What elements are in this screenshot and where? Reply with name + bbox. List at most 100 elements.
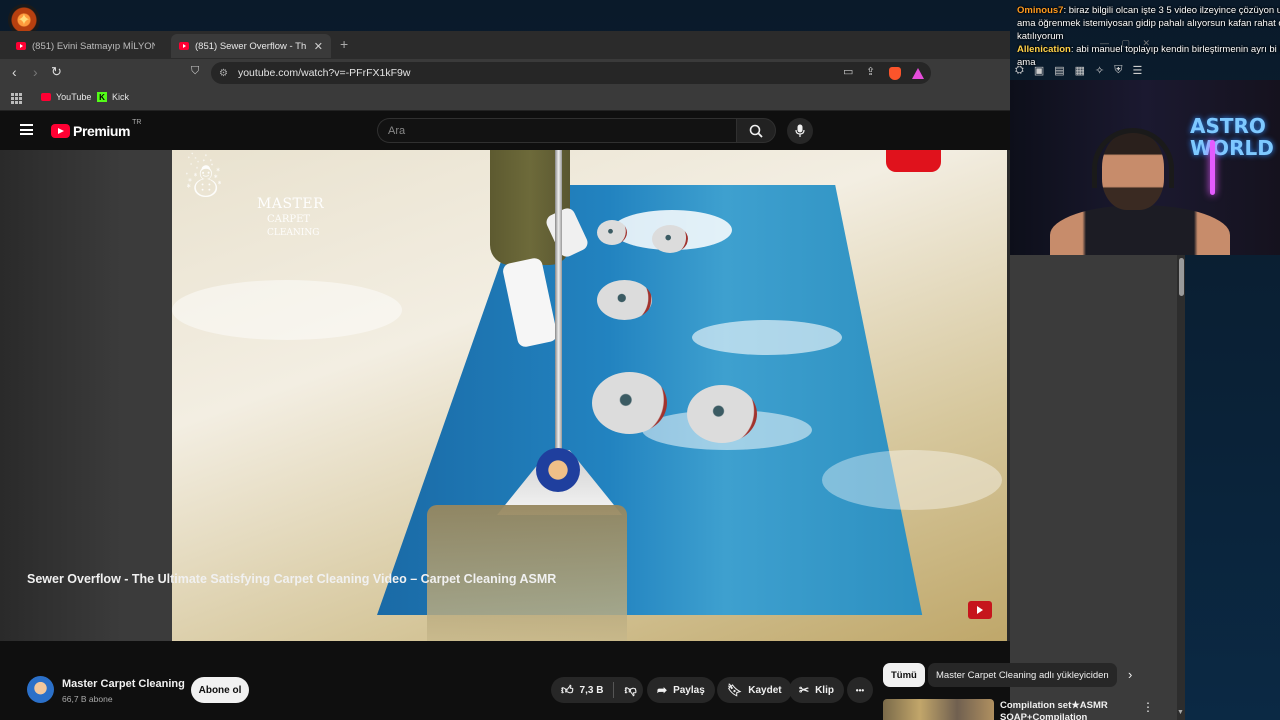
- youtube-play-icon: [51, 124, 70, 138]
- more-vert-icon[interactable]: ⋮: [1142, 700, 1154, 714]
- save-button[interactable]: 🔖︎ Kaydet: [717, 677, 792, 703]
- search-icon: [749, 124, 763, 138]
- bookmarks-bar: YouTube K Kick: [0, 87, 1010, 111]
- youtube-favicon-icon: [16, 42, 26, 50]
- address-bar[interactable]: ⚙ youtube.com/watch?v=-PFrFX1kF9w: [211, 62, 931, 84]
- logo-text: Premium: [73, 123, 131, 139]
- share-icon: ➦: [657, 683, 668, 697]
- brave-rewards-icon[interactable]: [912, 68, 924, 79]
- chevron-right-icon[interactable]: ›: [1128, 667, 1132, 682]
- clip-button[interactable]: ✂ Klip: [789, 677, 844, 703]
- close-tab-icon[interactable]: ✕: [314, 40, 323, 53]
- youtube-header: Premium TR Ara: [0, 111, 1010, 150]
- thumbs-up-icon[interactable]: 👍︎: [561, 683, 574, 698]
- chat-username: Allenication: [1017, 44, 1071, 55]
- bookmark-page-icon[interactable]: ⛉: [191, 65, 199, 78]
- brave-shield-icon[interactable]: [889, 67, 901, 80]
- scrollbar-thumb[interactable]: [1179, 258, 1184, 296]
- bookmark-label: Kick: [112, 92, 130, 102]
- subscribe-button[interactable]: Abone ol: [191, 677, 249, 703]
- voice-search-button[interactable]: [787, 118, 813, 144]
- share-page-icon[interactable]: ⇪: [866, 65, 875, 78]
- browser-window: (851) Evini Satmayıp MİLYONLARI RE (851)…: [0, 31, 1010, 720]
- back-icon[interactable]: ‹: [12, 64, 17, 80]
- cleaner-figure-icon: ☃: [182, 155, 226, 208]
- new-tab-button[interactable]: +: [340, 36, 348, 52]
- recommended-title-line: Compilation set★ASMR: [1000, 700, 1108, 711]
- youtube-icon: [41, 93, 51, 101]
- scissors-icon: ✂: [799, 683, 810, 697]
- chat-text: ama: [1017, 57, 1036, 68]
- recommended-title-line: SOAP+Compilation: [1000, 712, 1088, 720]
- chat-text: katılıyorum: [1017, 31, 1064, 42]
- bookmark-youtube[interactable]: YouTube: [41, 92, 91, 102]
- right-panel: [1010, 255, 1185, 720]
- microphone-icon: [795, 124, 805, 137]
- youtube-page: Premium TR Ara ☃ MASTER CARPET CLEANING: [0, 111, 1010, 720]
- country-code: TR: [132, 119, 142, 126]
- chat-text: biraz bilgili olcan işte 3 5 video ilzey…: [1068, 5, 1280, 16]
- bookmark-label: YouTube: [56, 92, 92, 102]
- search-button[interactable]: [736, 118, 776, 143]
- bookmark-kick[interactable]: K Kick: [97, 92, 129, 102]
- reload-icon[interactable]: ↻: [51, 64, 62, 80]
- more-actions-button[interactable]: •••: [847, 677, 873, 703]
- cast-icon[interactable]: ▭: [843, 65, 853, 78]
- chat-text: ama öğrenmek istemiyosan gidip pahalı al…: [1017, 18, 1280, 29]
- chip-all[interactable]: Tümü: [883, 663, 925, 687]
- streamer-body: [1050, 205, 1230, 255]
- like-dislike-group: 👍︎ 7,3 B 👎︎: [551, 677, 643, 703]
- watermark-text: CLEANING: [267, 228, 320, 238]
- chat-message: Allenication: abi manuel toplayıp kendin…: [1017, 43, 1280, 56]
- forward-icon[interactable]: ›: [33, 64, 38, 80]
- stream-chat-overlay: Ominous7: biraz bilgili olcan işte 3 5 v…: [1017, 4, 1280, 69]
- chat-message: ama: [1017, 56, 1280, 69]
- share-button[interactable]: ➦ Paylaş: [647, 677, 715, 703]
- channel-name[interactable]: Master Carpet Cleaning: [62, 678, 185, 690]
- tab-sewer-overflow[interactable]: (851) Sewer Overflow - The Ultim ✕: [171, 34, 331, 58]
- recommended-video-title[interactable]: Compilation set★ASMR SOAP+Compilation: [1000, 700, 1120, 720]
- tab-evini-satmayip[interactable]: (851) Evini Satmayıp MİLYONLARI RE: [8, 34, 163, 58]
- like-count[interactable]: 7,3 B: [580, 685, 604, 696]
- apps-grid-icon[interactable]: [11, 93, 22, 104]
- neon-sign-text: ASTRO: [1190, 114, 1266, 138]
- neon-sign-text: WORLD: [1190, 136, 1274, 160]
- browser-toolbar: ‹ › ↻ ⛉ ⚙ youtube.com/watch?v=-PFrFX1kF9…: [0, 59, 1010, 87]
- thumbs-down-icon[interactable]: 👎︎: [624, 683, 636, 698]
- video-player[interactable]: ☃ MASTER CARPET CLEANING: [0, 150, 1010, 641]
- tab-title: (851) Evini Satmayıp MİLYONLARI RE: [32, 40, 155, 52]
- red-bucket: [886, 150, 941, 172]
- watermark-text: MASTER: [257, 196, 325, 212]
- subscriber-count: 66,7 B abone: [62, 694, 113, 704]
- chat-username: Ominous7: [1017, 5, 1064, 16]
- scroll-down-icon[interactable]: ▼: [1177, 709, 1184, 716]
- chat-text: abi manuel toplayıp kendin birleştirmeni…: [1076, 44, 1280, 55]
- search-input[interactable]: Ara: [377, 118, 736, 143]
- tab-title: (851) Sewer Overflow - The Ultim: [195, 40, 306, 52]
- chip-uploader[interactable]: Master Carpet Cleaning adlı yükleyiciden: [928, 663, 1117, 687]
- channel-watermark-logo: ☃ MASTER CARPET CLEANING: [182, 155, 327, 239]
- watermark-text: CARPET: [267, 214, 311, 225]
- recommended-video-thumbnail[interactable]: [883, 699, 994, 720]
- youtube-premium-logo[interactable]: Premium TR: [51, 119, 141, 139]
- site-info-icon[interactable]: ⚙: [219, 68, 228, 79]
- subscribe-watermark-icon[interactable]: [968, 601, 992, 619]
- scrollbar[interactable]: [1177, 255, 1185, 720]
- cleaning-wand: [555, 150, 562, 495]
- bookmark-icon: 🔖︎: [727, 683, 743, 697]
- channel-avatar[interactable]: [27, 676, 54, 703]
- url-text: youtube.com/watch?v=-PFrFX1kF9w: [237, 67, 411, 79]
- video-frame[interactable]: ☃ MASTER CARPET CLEANING: [172, 150, 1007, 641]
- wand-badge: [536, 448, 580, 492]
- headset: [1092, 128, 1174, 188]
- neon-sign: ASTRO WORLD: [1190, 115, 1275, 195]
- video-title: Sewer Overflow - The Ultimate Satisfying…: [27, 572, 557, 586]
- share-label: Paylaş: [673, 684, 705, 696]
- kick-icon: K: [97, 92, 107, 102]
- youtube-favicon-icon: [179, 42, 189, 50]
- chat-message: katılıyorum: [1017, 30, 1280, 43]
- menu-icon[interactable]: [20, 124, 33, 135]
- streamer-webcam: ASTRO WORLD: [1010, 80, 1280, 255]
- divider: [613, 682, 615, 698]
- clip-label: Klip: [815, 684, 834, 696]
